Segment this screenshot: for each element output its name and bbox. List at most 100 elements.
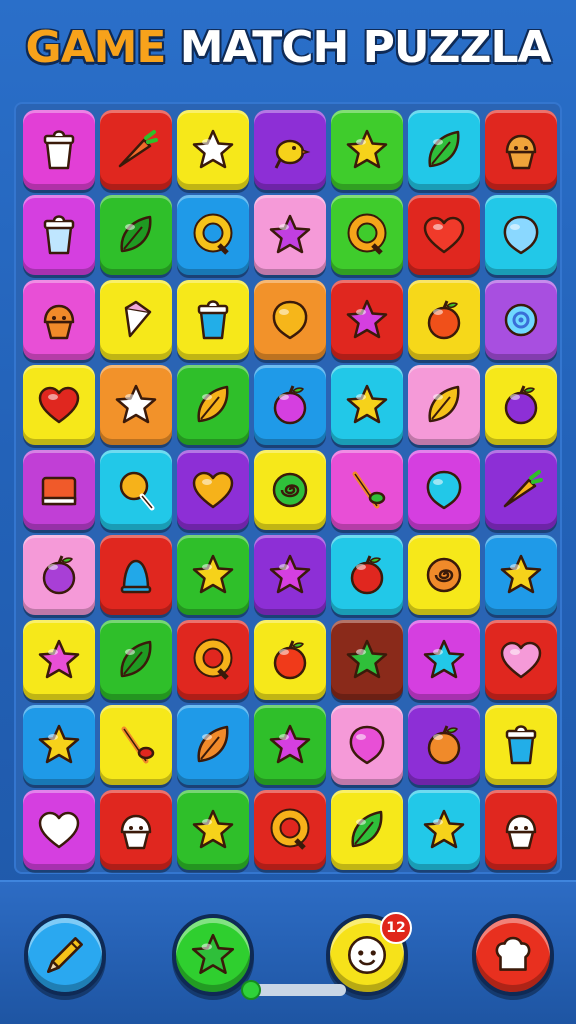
game-tile[interactable] — [254, 280, 326, 360]
game-tile[interactable] — [485, 705, 557, 785]
cupcake-icon — [112, 806, 160, 854]
star-icon — [497, 551, 545, 599]
game-tile[interactable] — [408, 535, 480, 615]
game-tile[interactable] — [408, 110, 480, 190]
game-tile[interactable] — [100, 195, 172, 275]
game-tile[interactable] — [485, 195, 557, 275]
game-tile[interactable] — [23, 110, 95, 190]
ring-icon — [266, 806, 314, 854]
leaf-icon — [189, 721, 237, 769]
game-tile[interactable] — [100, 450, 172, 530]
game-tile[interactable] — [408, 195, 480, 275]
chef-hat-button[interactable] — [472, 914, 554, 996]
game-tile[interactable] — [331, 195, 403, 275]
game-tile[interactable] — [100, 535, 172, 615]
game-tile[interactable] — [408, 365, 480, 445]
progress-slider[interactable] — [241, 980, 346, 1000]
cupcake-icon — [497, 806, 545, 854]
game-tile[interactable] — [100, 790, 172, 870]
game-tile[interactable] — [254, 110, 326, 190]
game-tile[interactable] — [23, 195, 95, 275]
game-tile[interactable] — [254, 365, 326, 445]
game-tile[interactable] — [485, 450, 557, 530]
game-tile[interactable] — [331, 110, 403, 190]
game-tile[interactable] — [23, 620, 95, 700]
game-tile[interactable] — [177, 365, 249, 445]
game-tile[interactable] — [23, 535, 95, 615]
star-icon — [266, 551, 314, 599]
game-tile[interactable] — [177, 705, 249, 785]
pencil-button[interactable] — [24, 914, 106, 996]
star-icon — [420, 636, 468, 684]
game-tile[interactable] — [254, 705, 326, 785]
game-tile[interactable] — [331, 705, 403, 785]
ring-icon — [189, 636, 237, 684]
notification-badge: 12 — [380, 912, 412, 944]
game-tile[interactable] — [485, 620, 557, 700]
game-tile[interactable] — [331, 365, 403, 445]
cupcake-icon — [35, 296, 83, 344]
game-tile[interactable] — [23, 365, 95, 445]
star-icon — [188, 930, 238, 980]
game-tile[interactable] — [100, 110, 172, 190]
cone-icon — [112, 296, 160, 344]
game-tile[interactable] — [177, 535, 249, 615]
game-tile[interactable] — [331, 790, 403, 870]
balloon-icon — [497, 211, 545, 259]
game-tile[interactable] — [485, 790, 557, 870]
game-tile[interactable] — [408, 705, 480, 785]
game-tile[interactable] — [254, 620, 326, 700]
apple-icon — [35, 551, 83, 599]
game-tile[interactable] — [177, 110, 249, 190]
balloon-icon — [420, 466, 468, 514]
game-tile[interactable] — [23, 450, 95, 530]
balloon-icon — [266, 296, 314, 344]
bird-icon — [266, 126, 314, 174]
ring-icon — [343, 211, 391, 259]
leaf-icon — [112, 211, 160, 259]
tile-grid — [23, 110, 557, 870]
game-tile[interactable] — [254, 450, 326, 530]
chef-hat-icon — [488, 930, 538, 980]
leaf-icon — [420, 126, 468, 174]
game-tile[interactable] — [331, 280, 403, 360]
game-tile[interactable] — [177, 450, 249, 530]
game-tile[interactable] — [177, 790, 249, 870]
game-tile[interactable] — [177, 195, 249, 275]
cup-icon — [35, 126, 83, 174]
game-tile[interactable] — [485, 365, 557, 445]
game-tile[interactable] — [485, 110, 557, 190]
game-tile[interactable] — [331, 620, 403, 700]
game-tile[interactable] — [23, 790, 95, 870]
star-icon — [35, 636, 83, 684]
game-tile[interactable] — [254, 790, 326, 870]
leaf-icon — [420, 381, 468, 429]
game-tile[interactable] — [485, 280, 557, 360]
star-icon — [35, 721, 83, 769]
game-tile[interactable] — [100, 280, 172, 360]
progress-knob[interactable] — [241, 980, 261, 1000]
game-tile[interactable] — [331, 535, 403, 615]
game-tile[interactable] — [408, 280, 480, 360]
star-icon — [343, 636, 391, 684]
game-tile[interactable] — [331, 450, 403, 530]
game-tile[interactable] — [23, 705, 95, 785]
game-tile[interactable] — [177, 620, 249, 700]
leaf-icon — [112, 636, 160, 684]
flower-icon — [497, 296, 545, 344]
game-tile[interactable] — [100, 620, 172, 700]
apple-icon — [420, 721, 468, 769]
game-tile[interactable] — [485, 535, 557, 615]
game-tile[interactable] — [254, 195, 326, 275]
balloon-icon — [343, 721, 391, 769]
game-tile[interactable] — [23, 280, 95, 360]
game-tile[interactable] — [408, 450, 480, 530]
game-tile[interactable] — [408, 790, 480, 870]
game-tile[interactable] — [100, 365, 172, 445]
star-icon — [189, 126, 237, 174]
book-icon — [35, 466, 83, 514]
game-tile[interactable] — [408, 620, 480, 700]
game-tile[interactable] — [177, 280, 249, 360]
game-tile[interactable] — [100, 705, 172, 785]
game-tile[interactable] — [254, 535, 326, 615]
